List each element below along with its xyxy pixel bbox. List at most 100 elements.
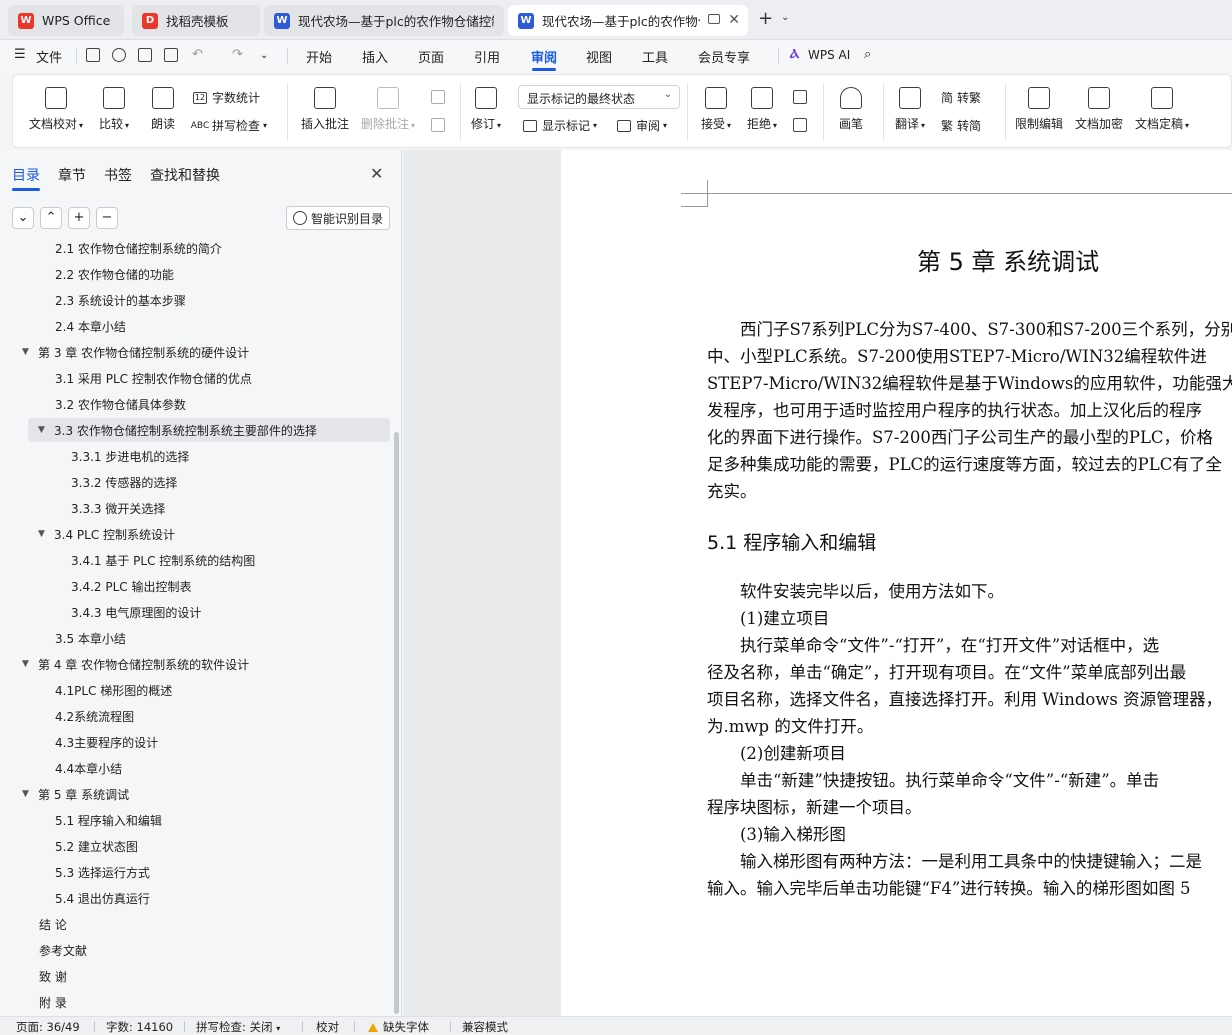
toc-item[interactable]: 4.1PLC 梯形图的概述	[55, 678, 172, 702]
toc-item[interactable]: 5.1 程序输入和编辑	[55, 808, 162, 832]
toc-item[interactable]: 3.1 采用 PLC 控制农作物仓储的优点	[55, 366, 252, 390]
toc-item[interactable]: 5.4 退出仿真运行	[55, 886, 150, 910]
show-markup-button[interactable]: 显示标记 ▾	[523, 117, 597, 134]
to-simplified-button[interactable]: 繁 转简	[941, 117, 981, 134]
toc-item[interactable]: 致 谢	[39, 964, 67, 988]
toc-item[interactable]: 5.2 建立状态图	[55, 834, 138, 858]
menu-file[interactable]: 文件	[36, 47, 62, 66]
save-icon[interactable]	[86, 48, 100, 62]
to-traditional-button[interactable]: 简 转繁	[941, 89, 981, 106]
toc-item[interactable]: 2.3 系统设计的基本步骤	[55, 288, 186, 312]
toc-item[interactable]: 3.3.2 传感器的选择	[71, 470, 177, 494]
toc-item[interactable]: 4.4本章小结	[55, 756, 122, 780]
accept-button[interactable]: 接受 ▾	[701, 87, 731, 132]
next-comment-icon[interactable]	[431, 118, 445, 132]
spell-check-button[interactable]: ABC 拼写检查 ▾	[191, 117, 267, 134]
toc-item[interactable]: 2.2 农作物仓储的功能	[55, 262, 174, 286]
chevron-down-icon[interactable]: ⌄	[260, 50, 268, 61]
nav-tab-bookmarks[interactable]: 书签	[104, 165, 132, 185]
revise-button[interactable]: 修订 ▾	[471, 87, 501, 132]
collapse-up-icon[interactable]: ⌃	[40, 207, 62, 229]
toc-item[interactable]: 4.2系统流程图	[55, 704, 134, 728]
close-tab-icon[interactable]: ✕	[728, 12, 740, 28]
toc-item[interactable]: 3.3.3 微开关选择	[71, 496, 165, 520]
review-pane-button[interactable]: 审阅 ▾	[617, 117, 667, 134]
remove-heading-icon[interactable]: −	[96, 207, 118, 229]
collapse-toggle-icon[interactable]: ▼	[38, 529, 54, 539]
print-preview-icon[interactable]	[164, 48, 178, 62]
toc-item[interactable]: ▼ 第 4 章 农作物仓储控制系统的软件设计	[22, 652, 249, 676]
tab-document-1[interactable]: W 现代农场—基于plc的农作物仓储控制	[264, 5, 504, 36]
toc-item[interactable]: 3.5 本章小结	[55, 626, 126, 650]
spell-check-status[interactable]: 拼写检查: 关闭 ▾	[196, 1019, 280, 1035]
tab-document-2[interactable]: W 现代农场—基于plc的农作物仓 ✕	[508, 5, 748, 36]
add-heading-icon[interactable]: +	[68, 207, 90, 229]
nav-tab-chapters[interactable]: 章节	[58, 165, 86, 185]
doc-proof-button[interactable]: 文档校对 ▾	[29, 87, 83, 132]
menu-insert[interactable]: 插入	[362, 47, 388, 66]
collapse-toggle-icon[interactable]: ▼	[22, 347, 38, 357]
toc-item[interactable]: 3.4.2 PLC 输出控制表	[71, 574, 191, 598]
display-mode-select[interactable]: 显示标记的最终状态 ⌄	[518, 85, 680, 109]
toc-item[interactable]: 4.3主要程序的设计	[55, 730, 158, 754]
translate-button[interactable]: 翻译 ▾	[895, 87, 925, 132]
next-change-icon[interactable]	[793, 118, 807, 132]
intro-paragraph[interactable]: 西门子S7系列PLC分为S7-400、S7-300和S7-200三个系列，分别为…	[707, 316, 1232, 505]
section-title[interactable]: 5.1 程序输入和编辑	[707, 528, 876, 555]
toc-item[interactable]: 3.4.3 电气原理图的设计	[71, 600, 201, 624]
menu-tools[interactable]: 工具	[642, 47, 668, 66]
toc-item[interactable]: 参考文献	[39, 938, 87, 962]
page-indicator[interactable]: 页面: 36/49	[16, 1019, 80, 1035]
toc-item[interactable]: 3.2 农作物仓储具体参数	[55, 392, 186, 416]
toc-item[interactable]: ▼ 第 5 章 系统调试	[22, 782, 129, 806]
smart-toc-button[interactable]: 智能识别目录	[286, 206, 390, 230]
nav-tab-toc[interactable]: 目录	[12, 165, 40, 185]
chapter-title[interactable]: 第 5 章 系统调试	[917, 242, 1099, 277]
body-paragraphs[interactable]: 软件安装完毕以后，使用方法如下。 (1)建立项目 执行菜单命令“文件”-“打开”…	[707, 578, 1222, 902]
chevron-down-icon[interactable]: ⌄	[781, 12, 789, 23]
menu-member[interactable]: 会员专享	[698, 47, 750, 66]
print-icon[interactable]	[138, 48, 152, 62]
nav-tab-find-replace[interactable]: 查找和替换	[150, 165, 220, 185]
toc-item[interactable]: 结 论	[39, 912, 67, 936]
menu-page[interactable]: 页面	[418, 47, 444, 66]
collapse-toggle-icon[interactable]: ▼	[38, 425, 54, 435]
collapse-toggle-icon[interactable]: ▼	[22, 789, 38, 799]
new-tab-icon[interactable]: +	[758, 8, 773, 29]
expand-down-icon[interactable]: ⌄	[12, 207, 34, 229]
menu-wps-ai[interactable]: WPS AI	[808, 48, 850, 62]
finalize-button[interactable]: 文档定稿 ▾	[1135, 87, 1189, 132]
toc-item[interactable]: 2.4 本章小结	[55, 314, 126, 338]
toc-item[interactable]: 附 录	[39, 990, 67, 1014]
toc-item[interactable]: 3.4.1 基于 PLC 控制系统的结构图	[71, 548, 255, 572]
read-aloud-button[interactable]: 朗读	[151, 87, 175, 132]
encrypt-button[interactable]: 文档加密	[1075, 87, 1123, 132]
menu-start[interactable]: 开始	[306, 47, 332, 66]
prev-comment-icon[interactable]	[431, 90, 445, 104]
delete-comment-button[interactable]: 删除批注 ▾	[361, 87, 415, 132]
hamburger-icon[interactable]: ☰	[14, 47, 26, 62]
menu-view[interactable]: 视图	[586, 47, 612, 66]
pen-button[interactable]: 画笔	[839, 87, 863, 132]
tab-wps-office[interactable]: W WPS Office	[8, 5, 124, 36]
undo-icon[interactable]: ↶	[192, 47, 203, 62]
prev-change-icon[interactable]	[793, 90, 807, 104]
close-panel-icon[interactable]: ✕	[370, 164, 383, 183]
menu-reference[interactable]: 引用	[474, 47, 500, 66]
search-icon[interactable]: ⌕	[864, 47, 871, 62]
proof-status[interactable]: 校对	[316, 1019, 339, 1035]
toc-item[interactable]: 2.1 农作物仓储控制系统的简介	[55, 237, 222, 260]
collapse-toggle-icon[interactable]: ▼	[22, 659, 38, 669]
tab-docer[interactable]: D 找稻壳模板	[132, 5, 260, 36]
toc-item[interactable]: 5.3 选择运行方式	[55, 860, 150, 884]
menu-review[interactable]: 审阅	[531, 47, 557, 66]
share-icon[interactable]	[112, 48, 126, 62]
missing-font-status[interactable]: 缺失字体	[368, 1019, 429, 1035]
restrict-edit-button[interactable]: 限制编辑	[1015, 87, 1063, 132]
reject-button[interactable]: 拒绝 ▾	[747, 87, 777, 132]
word-count-button[interactable]: 12 字数统计	[193, 89, 260, 106]
word-count-status[interactable]: 字数: 14160	[106, 1019, 173, 1035]
toc-scrollbar[interactable]	[394, 432, 399, 1014]
toc-item[interactable]: 3.3.1 步进电机的选择	[71, 444, 189, 468]
toc-item[interactable]: ▼ 3.3 农作物仓储控制系统控制系统主要部件的选择	[38, 418, 317, 442]
